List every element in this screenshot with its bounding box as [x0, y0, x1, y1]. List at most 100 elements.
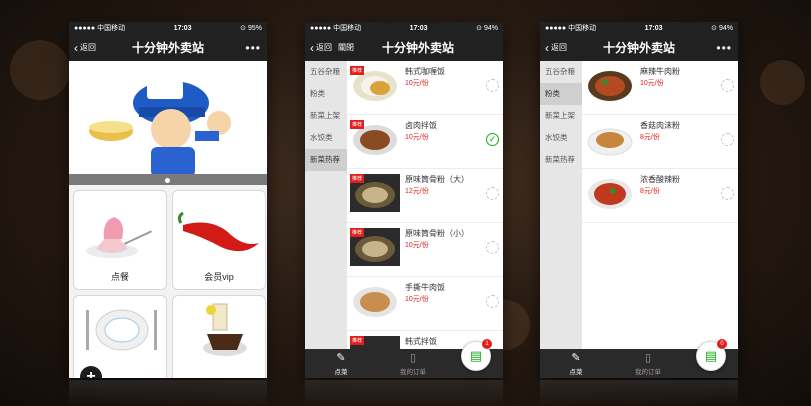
dish-name: 卤肉拌饭 [405, 121, 437, 130]
dish-item[interactable]: 浓香酸辣粉 8元/份 [582, 169, 738, 223]
tab-order[interactable]: ✎ 点菜 [305, 349, 377, 378]
drinks-tile[interactable] [172, 295, 266, 378]
carrier-label: ●●●●● 中国移动 [74, 25, 126, 32]
dish-name: 原味筒骨粉（大） [405, 175, 469, 184]
dish-item[interactable]: 推荐 原味筒骨粉（大） 12元/份 [347, 169, 503, 223]
dining-tile[interactable]: + [73, 295, 167, 378]
dish-item[interactable]: 手撕牛肉饭 10元/份 [347, 277, 503, 331]
select-circle[interactable] [486, 241, 499, 254]
select-circle[interactable] [486, 187, 499, 200]
status-bar: ●●●●● 中国移动 17:03 ⊙ 94% [305, 22, 503, 34]
more-icon[interactable]: ••• [716, 41, 732, 55]
dish-list: 麻辣牛肉粉 10元/份 香菇肉沫粉 8元/份 浓香酸辣粉 8元/份 [582, 61, 738, 349]
category-item[interactable]: 粉类 [305, 83, 347, 105]
back-label: 返回 [80, 43, 96, 52]
chevron-left-icon: ‹ [74, 40, 78, 55]
tab-my-orders-label: 我的订单 [400, 368, 426, 376]
cart-button[interactable]: ▤ 0 [696, 339, 727, 371]
dish-thumbnail [585, 174, 635, 212]
cart-button[interactable]: ▤ 1 [461, 339, 492, 371]
chat-cart-icon: ▤ [704, 348, 718, 363]
edit-icon: ✎ [571, 351, 581, 364]
category-sidebar: 五谷杂粮 粉类 新菜上架 水饺类 新菜热荐 [540, 61, 582, 349]
phone-reflection [69, 380, 267, 406]
menu-body: 五谷杂粮 粉类 新菜上架 水饺类 新菜热荐 推荐 韩式咖喱饭 10元/份 推荐 [305, 61, 503, 349]
select-circle[interactable] [486, 79, 499, 92]
back-button[interactable]: ‹ 返回 [310, 41, 332, 55]
back-button[interactable]: ‹ 返回 [545, 41, 567, 55]
edit-icon: ✎ [336, 351, 346, 364]
bottom-tab-bar: ✎ 点菜 ▯ 我的订单 ▤ 0 [540, 339, 738, 378]
checked-icon[interactable]: ✓ [486, 133, 499, 146]
category-item[interactable]: 水饺类 [540, 127, 582, 149]
dish-name: 原味筒骨粉（小） [405, 229, 469, 238]
category-item[interactable]: 水饺类 [305, 127, 347, 149]
category-item[interactable]: 新菜上架 [305, 105, 347, 127]
close-button[interactable]: 關閉 [338, 42, 354, 53]
recommend-badge: 推荐 [350, 228, 365, 237]
dish-item[interactable]: 推荐 原味筒骨粉（小） 10元/份 [347, 223, 503, 277]
tab-order-label: 点菜 [334, 368, 348, 376]
page-title: 十分钟外卖站 [602, 41, 675, 55]
dish-item[interactable]: 麻辣牛肉粉 10元/份 [582, 61, 738, 115]
dish-item[interactable]: 推荐 卤肉拌饭 10元/份 ✓ [347, 115, 503, 169]
more-icon[interactable]: ••• [245, 41, 261, 55]
feature-grid: 点餐 会员vip + [69, 185, 267, 378]
battery-label: ⊙ 94% [711, 25, 733, 32]
mascot-image [89, 81, 231, 185]
status-bar: ●●●●● 中国移动 17:03 ⊙ 95% [69, 22, 267, 34]
phone-reflection [540, 380, 738, 406]
dish-name: 韩式咖喱饭 [405, 67, 445, 76]
carrier-label: ●●●●● 中国移动 [545, 25, 597, 32]
bokeh-light [760, 60, 805, 105]
carousel-dot[interactable] [165, 178, 170, 183]
clock: 17:03 [173, 24, 192, 32]
dish-price: 10元/份 [405, 296, 429, 303]
banner-carousel[interactable] [69, 61, 267, 185]
dish-name: 手撕牛肉饭 [405, 283, 445, 292]
nav-bar: ‹ 返回 十分钟外卖站 ••• [540, 34, 738, 61]
category-item[interactable]: 五谷杂粮 [305, 61, 347, 83]
cart-count-badge: 0 [717, 339, 727, 349]
chevron-left-icon: ‹ [545, 40, 549, 55]
phone-home: ●●●●● 中国移动 17:03 ⊙ 95% ‹ 返回 十分钟外卖站 ••• 点… [69, 22, 267, 378]
category-item[interactable]: 五谷杂粮 [540, 61, 582, 83]
back-button[interactable]: ‹ 返回 [74, 41, 96, 55]
tab-my-orders[interactable]: ▯ 我的订单 [377, 349, 449, 378]
category-item[interactable]: 新菜热荐 [540, 149, 582, 171]
select-circle[interactable] [721, 133, 734, 146]
clock: 17:03 [644, 24, 663, 32]
recommend-badge: 推荐 [350, 66, 365, 75]
dish-price: 8元/份 [640, 134, 660, 141]
recommend-badge: 推荐 [350, 336, 365, 345]
phone-menu-a: ●●●●● 中国移动 17:03 ⊙ 94% ‹ 返回 關閉 十分钟外卖站 五谷… [305, 22, 503, 378]
category-item-active[interactable]: 粉类 [540, 83, 582, 105]
chili-pepper-icon [177, 211, 259, 252]
document-icon: ▯ [409, 351, 417, 364]
dish-price: 10元/份 [640, 80, 664, 87]
category-item-active[interactable]: 新菜热荐 [305, 149, 347, 171]
dish-price: 10元/份 [405, 80, 429, 87]
select-circle[interactable] [486, 295, 499, 308]
coffee-drink-icon [203, 303, 247, 356]
vip-tile[interactable]: 会员vip [172, 190, 266, 290]
carousel-indicator-bar [69, 174, 267, 185]
order-tile[interactable]: 点餐 [73, 190, 167, 290]
dish-item[interactable]: 香菇肉沫粉 8元/份 [582, 115, 738, 169]
select-circle[interactable] [721, 187, 734, 200]
chevron-left-icon: ‹ [310, 40, 314, 55]
dish-price: 12元/份 [405, 188, 429, 195]
select-circle[interactable] [721, 79, 734, 92]
tab-order[interactable]: ✎ 点菜 [540, 349, 612, 378]
category-sidebar: 五谷杂粮 粉类 新菜上架 水饺类 新菜热荐 [305, 61, 347, 349]
cart-count-badge: 1 [482, 339, 492, 349]
clock: 17:03 [409, 24, 428, 32]
category-item[interactable]: 新菜上架 [540, 105, 582, 127]
dish-item[interactable]: 推荐 韩式咖喱饭 10元/份 [347, 61, 503, 115]
nav-bar: ‹ 返回 十分钟外卖站 ••• [69, 34, 267, 61]
chat-cart-icon: ▤ [469, 348, 483, 363]
dish-name: 香菇肉沫粉 [640, 121, 680, 130]
tab-my-orders[interactable]: ▯ 我的订单 [612, 349, 684, 378]
dish-name: 麻辣牛肉粉 [640, 67, 680, 76]
recommend-badge: 推荐 [350, 120, 365, 129]
